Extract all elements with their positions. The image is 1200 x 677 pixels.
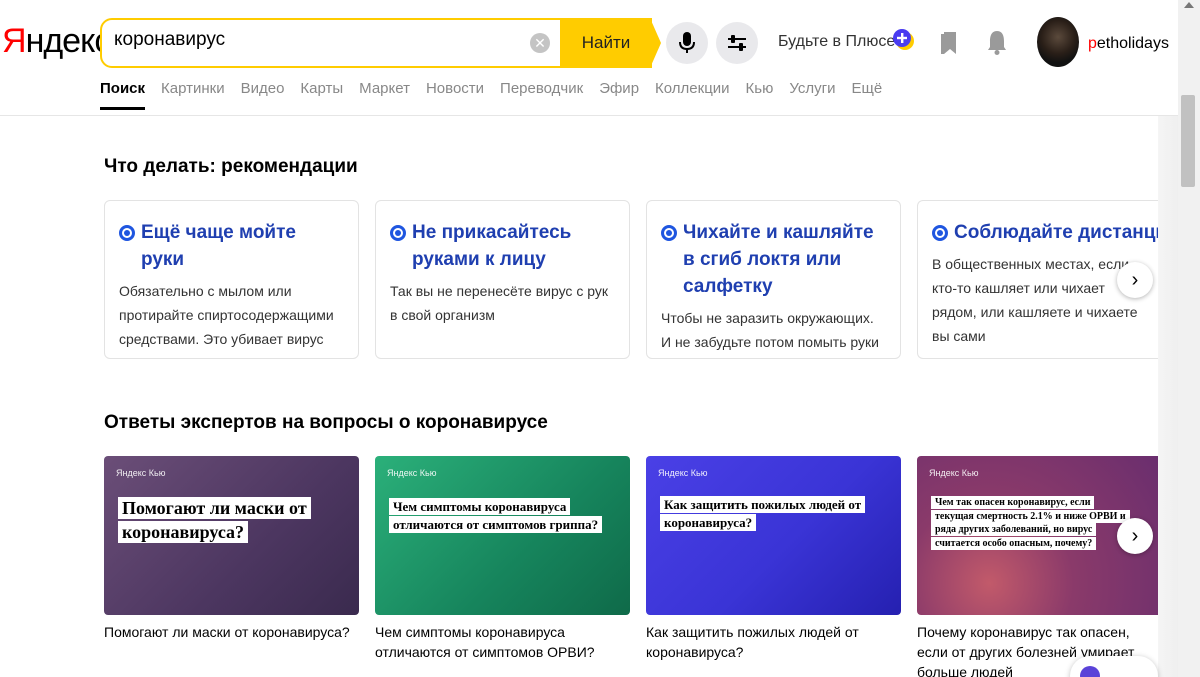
recommendations-title: Что делать: рекомендации — [104, 156, 358, 177]
avatar[interactable] — [1037, 17, 1079, 67]
tab-efir[interactable]: Эфир — [599, 80, 639, 110]
recommendations-next-button[interactable]: › — [1117, 262, 1153, 298]
expert-question-text: Чем так опасен коронавирус, если текущая… — [931, 496, 1130, 550]
search-input[interactable] — [114, 29, 524, 51]
recommendation-card-title: Не прикасайтесь руками к лицу — [390, 219, 615, 273]
bullet-icon — [661, 225, 677, 241]
username-rest: etholidays — [1096, 35, 1169, 52]
bookmark-icon[interactable] — [940, 30, 960, 56]
expert-card-image[interactable]: Яндекс Кью Чем симптомы коронавируса отл… — [375, 456, 630, 615]
expert-card-question: Чем так опасен коронавирус, если текущая… — [931, 496, 1131, 550]
header: Яндекс ✕ Найти Будьте в Плюсе — [0, 0, 1200, 116]
expert-question-text: Как защитить пожилых людей от коронавиру… — [660, 496, 866, 531]
scroll-up-arrow-icon[interactable] — [1184, 2, 1194, 8]
q-brand-label: Яндекс Кью — [658, 468, 708, 478]
recommendation-title-text: Не прикасайтесь руками к лицу — [412, 222, 572, 270]
sliders-icon — [728, 35, 746, 51]
microphone-icon — [679, 32, 695, 53]
recommendation-title-text: Чихайте и кашляйте в сгиб локтя или салф… — [683, 222, 874, 297]
recommendation-card[interactable]: Ещё чаще мойте руки Обязательно с мылом … — [104, 200, 359, 359]
recommendation-card-title: Соблюдайте дистанцию — [932, 219, 1158, 246]
experts-next-button[interactable]: › — [1117, 518, 1153, 554]
expert-card-image[interactable]: Яндекс Кью Помогают ли маски от коронави… — [104, 456, 359, 615]
tab-maps[interactable]: Карты — [300, 80, 343, 110]
expert-card-caption[interactable]: Чем симптомы коронавируса отличаются от … — [375, 622, 630, 662]
recommendation-card-text: Чтобы не заразить окружающих. И не забуд… — [661, 310, 879, 350]
recommendation-card-text: В общественных местах, если кто-то кашля… — [932, 256, 1138, 344]
recommendation-card-text: Обязательно с мылом или протирайте спирт… — [119, 283, 334, 347]
alice-widget[interactable] — [1070, 656, 1158, 677]
recommendation-card[interactable]: Не прикасайтесь руками к лицу Так вы не … — [375, 200, 630, 359]
recommendation-card-text: Так вы не перенесёте вирус с рук в свой … — [390, 283, 608, 323]
expert-card-question: Помогают ли маски от коронавируса? — [118, 496, 338, 545]
logo-letter: Я — [2, 22, 27, 60]
expert-card-question: Чем симптомы коронавируса отличаются от … — [389, 498, 619, 533]
recommendation-card-title: Ещё чаще мойте руки — [119, 219, 344, 273]
bullet-icon — [932, 225, 948, 241]
expert-question-text: Чем симптомы коронавируса отличаются от … — [389, 498, 603, 533]
username-first-letter: p — [1088, 35, 1097, 52]
content-edge — [1158, 116, 1178, 677]
alice-icon — [1080, 666, 1100, 677]
recommendation-title-text: Ещё чаще мойте руки — [141, 222, 296, 270]
expert-question-text: Помогают ли маски от коронавируса? — [118, 497, 311, 544]
chevron-right-icon: › — [1131, 268, 1139, 291]
chevron-right-icon: › — [1131, 524, 1139, 547]
bullet-icon — [119, 225, 135, 241]
q-brand-label: Яндекс Кью — [929, 468, 979, 478]
tab-search[interactable]: Поиск — [100, 80, 146, 110]
expert-card-caption[interactable]: Помогают ли маски от коронавируса? — [104, 622, 359, 642]
expert-card-question: Как защитить пожилых людей от коронавиру… — [660, 496, 890, 531]
tab-more[interactable]: Ещё — [852, 80, 883, 110]
experts-title: Ответы экспертов на вопросы о коронавиру… — [104, 412, 548, 433]
plus-link[interactable]: Будьте в Плюсе — [778, 33, 895, 51]
yandex-logo[interactable]: Яндекс — [2, 22, 112, 61]
search-box: ✕ Найти — [100, 18, 661, 68]
plus-icon[interactable] — [892, 28, 914, 50]
recommendation-card-title: Чихайте и кашляйте в сгиб локтя или салф… — [661, 219, 886, 300]
q-brand-label: Яндекс Кью — [387, 468, 437, 478]
scrollbar-thumb[interactable] — [1181, 95, 1195, 187]
bell-icon[interactable] — [986, 28, 1008, 56]
find-button[interactable]: Найти — [560, 18, 652, 68]
recommendation-title-text: Соблюдайте дистанцию — [954, 222, 1158, 243]
username[interactable]: petholidays — [1088, 35, 1169, 53]
tab-collections[interactable]: Коллекции — [655, 80, 730, 110]
tab-news[interactable]: Новости — [426, 80, 484, 110]
tab-images[interactable]: Картинки — [161, 80, 225, 110]
expert-card-image[interactable]: Яндекс Кью Как защитить пожилых людей от… — [646, 456, 901, 615]
tab-services[interactable]: Услуги — [789, 80, 835, 110]
service-tabs: Поиск Картинки Видео Карты Маркет Новост… — [100, 80, 898, 110]
clear-search-icon[interactable]: ✕ — [530, 33, 550, 53]
find-button-arrow — [650, 18, 661, 68]
tab-video[interactable]: Видео — [241, 80, 285, 110]
logo-text: ндекс — [25, 22, 112, 60]
tab-translator[interactable]: Переводчик — [500, 80, 583, 110]
q-brand-label: Яндекс Кью — [116, 468, 166, 478]
yandex-search-page: Яндекс ✕ Найти Будьте в Плюсе — [0, 0, 1200, 677]
voice-search-button[interactable] — [666, 22, 708, 64]
recommendation-card[interactable]: Чихайте и кашляйте в сгиб локтя или салф… — [646, 200, 901, 359]
bullet-icon — [390, 225, 406, 241]
tab-q[interactable]: Кью — [746, 80, 774, 110]
expert-card-caption[interactable]: Как защитить пожилых людей от коронавиру… — [646, 622, 901, 662]
search-settings-button[interactable] — [716, 22, 758, 64]
tab-market[interactable]: Маркет — [359, 80, 410, 110]
